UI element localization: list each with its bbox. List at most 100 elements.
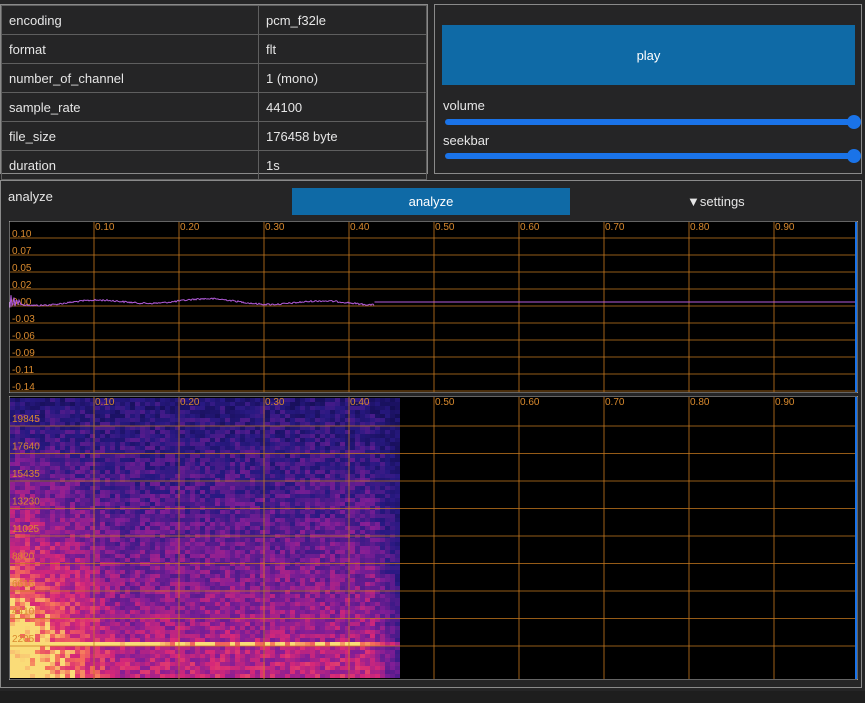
spectrogram-cell (295, 642, 300, 646)
spectrogram-cell (325, 502, 330, 506)
spectrogram-cell (325, 422, 330, 426)
spectrogram-cell (165, 642, 170, 646)
spectrogram-cell (205, 546, 210, 550)
volume-slider[interactable] (445, 115, 861, 129)
spectrogram-cell (240, 410, 245, 414)
spectrogram-cell (30, 458, 35, 462)
spectrogram-cell (280, 486, 285, 490)
spectrogram-cell (145, 546, 150, 550)
spectrogram-cell (135, 486, 140, 490)
spectrogram-cell (240, 626, 245, 630)
seekbar-slider-thumb[interactable] (847, 149, 861, 163)
spectrogram-cell (190, 650, 195, 654)
spectrogram-cell (125, 542, 130, 546)
spectrogram-cell (140, 526, 145, 530)
spectrogram-cell (215, 566, 220, 570)
spectrogram-cell (185, 554, 190, 558)
spectrogram-cell (355, 614, 360, 618)
spectrogram-cell (95, 494, 100, 498)
spectrogram-cell (65, 558, 70, 562)
spectrogram-cell (95, 674, 100, 678)
spectrogram-cell (70, 486, 75, 490)
spectrogram-cell (340, 574, 345, 578)
spectrogram-cell (185, 598, 190, 602)
spectrogram-cell (215, 522, 220, 526)
spectrogram-cell (220, 486, 225, 490)
spectrogram-cell (300, 446, 305, 450)
spectrogram-cell (75, 474, 80, 478)
spectrogram-cell (280, 454, 285, 458)
spectrogram-cell (10, 458, 15, 462)
spectrogram-cell (140, 654, 145, 658)
spectrogram-cell (355, 446, 360, 450)
spectrogram-cell (125, 582, 130, 586)
spectrogram-cell (245, 602, 250, 606)
spectrogram-cell (220, 602, 225, 606)
spectrogram-cell (80, 490, 85, 494)
seekbar-slider[interactable] (445, 149, 861, 163)
spectrogram-cell (180, 510, 185, 514)
spectrogram-chart[interactable]: 1984517640154351323011025882066154410220… (9, 396, 858, 680)
spectrogram-cell (215, 546, 220, 550)
spectrogram-cell (50, 434, 55, 438)
spectrogram-cell (55, 570, 60, 574)
settings-toggle[interactable]: ▼settings (687, 194, 745, 209)
spectrogram-cell (290, 442, 295, 446)
spectrogram-cell (150, 414, 155, 418)
spectrogram-cell (130, 498, 135, 502)
spectrogram-cell (315, 654, 320, 658)
spectrogram-cell (245, 446, 250, 450)
spectrogram-cell (140, 518, 145, 522)
spectrogram-cell (65, 494, 70, 498)
spectrogram-cell (250, 562, 255, 566)
spectrogram-cell (250, 434, 255, 438)
spectrogram-cell (15, 598, 20, 602)
spectrogram-cell (295, 466, 300, 470)
spectrogram-cell (85, 570, 90, 574)
spectrogram-cell (95, 554, 100, 558)
spectrogram-cell (230, 674, 235, 678)
spectrogram-cell (95, 498, 100, 502)
spectrogram-cell (80, 422, 85, 426)
spectrogram-cell (325, 670, 330, 674)
spectrogram-cell (20, 398, 25, 402)
spectrogram-cell (160, 410, 165, 414)
spectrogram-cell (310, 566, 315, 570)
spectrogram-cell (65, 650, 70, 654)
spectrogram-cell (150, 410, 155, 414)
volume-slider-thumb[interactable] (847, 115, 861, 129)
spectrogram-cell (115, 446, 120, 450)
spectrogram-cell (15, 426, 20, 430)
analyze-button[interactable]: analyze (292, 188, 570, 215)
spectrogram-cell (320, 598, 325, 602)
spectrogram-cell (350, 594, 355, 598)
spectrogram-cell (70, 542, 75, 546)
spectrogram-cell (295, 630, 300, 634)
spectrogram-cell (225, 638, 230, 642)
spectrogram-cell (190, 598, 195, 602)
spectrogram-cell (215, 462, 220, 466)
spectrogram-cell (350, 510, 355, 514)
spectrogram-cell (205, 658, 210, 662)
spectrogram-cell (85, 538, 90, 542)
spectrogram-cell (320, 570, 325, 574)
spectrogram-cell (220, 470, 225, 474)
play-button[interactable]: play (442, 25, 855, 85)
spectrogram-cell (190, 506, 195, 510)
spectrogram-cell (275, 606, 280, 610)
spectrogram-cell (155, 434, 160, 438)
spectrogram-cell (125, 614, 130, 618)
spectrogram-cell (355, 558, 360, 562)
spectrogram-cell (120, 426, 125, 430)
spectrogram-cell (300, 506, 305, 510)
spectrogram-cell (30, 658, 35, 662)
spectrogram-cell (350, 578, 355, 582)
spectrogram-cell (150, 542, 155, 546)
spectrogram-cell (325, 538, 330, 542)
waveform-chart[interactable]: 0.100.070.050.020.00-0.03-0.06-0.09-0.11… (9, 221, 858, 393)
spectrogram-cell (200, 526, 205, 530)
spectrogram-cell (160, 498, 165, 502)
spectrogram-cell (150, 550, 155, 554)
spectrogram-cell (280, 578, 285, 582)
spectrogram-cell (55, 410, 60, 414)
